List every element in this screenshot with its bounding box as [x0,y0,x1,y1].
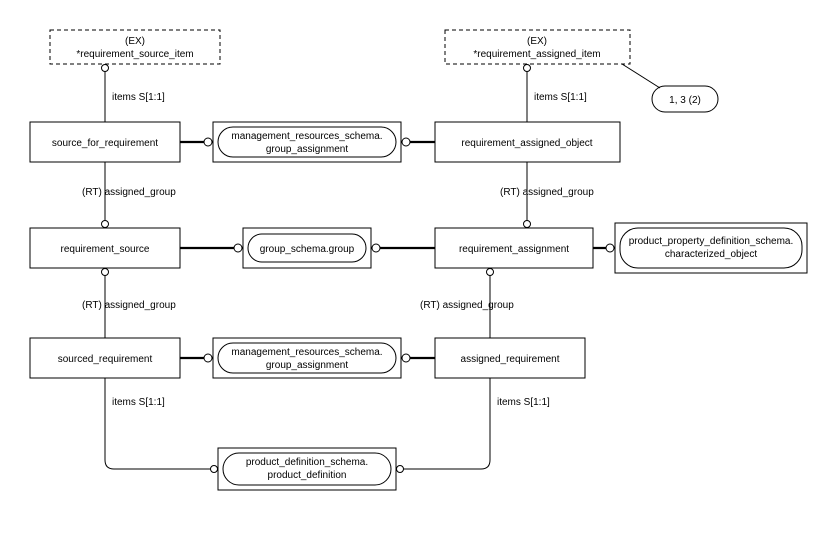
entity-label: group_schema.group [260,244,355,255]
supertype-pds-product-definition: product_definition_schema. product_defin… [218,448,396,490]
line2: characterized_object [665,249,757,260]
attr-rt-assigned-group-srcreq: (RT) assigned_group [82,268,176,338]
label-rt: (RT) assigned_group [82,300,176,311]
label-items: items S[1:1] [534,92,587,103]
supertype-mgmt-group-assignment-1: management_resources_schema. group_assig… [213,122,401,162]
entity-label: requirement_source [61,244,150,255]
label-rt: (RT) assigned_group [420,300,514,311]
line1: management_resources_schema. [231,131,382,142]
entity-assigned-requirement: assigned_requirement [435,338,585,378]
line2: product_definition [268,470,347,481]
attr-rt-assigned-group-assreq: (RT) assigned_group [420,268,514,338]
attr-rt-assigned-group-sfr: (RT) assigned_group [82,162,176,228]
label-items: items S[1:1] [497,397,550,408]
entity-label: assigned_requirement [461,354,560,365]
entity-label: requirement_assignment [459,244,569,255]
supertype-mgmt-group-assignment-2: management_resources_schema. group_assig… [213,338,401,378]
annotation-text: 1, 3 (2) [669,95,701,106]
supertype-ppds-characterized-object: product_property_definition_schema. char… [615,223,807,273]
supertype-line-reqsrc-to-group [180,244,243,252]
ex-tag: (EX) [527,36,547,47]
label-rt: (RT) assigned_group [500,187,594,198]
entity-sourced-requirement: sourced_requirement [30,338,180,378]
line1: product_definition_schema. [246,457,368,468]
label-items: items S[1:1] [112,397,165,408]
select-requirement-assigned-item: (EX) *requirement_assigned_item [445,30,630,64]
label-items: items S[1:1] [112,92,165,103]
line2: group_assignment [266,144,348,155]
entity-requirement-source: requirement_source [30,228,180,268]
attr-items-assreq: items S[1:1] [396,378,550,473]
supertype-group-schema-group: group_schema.group [243,228,371,268]
entity-label: sourced_requirement [58,354,153,365]
entity-label: requirement_assigned_object [461,138,592,149]
supertype-line-srcreq-to-mga [180,354,213,362]
line2: group_assignment [266,360,348,371]
supertype-line-reqassign-to-ppds [593,244,615,252]
annotation-note: 1, 3 (2) [622,64,718,112]
attr-rt-assigned-group-rao: (RT) assigned_group [500,162,594,228]
entity-source-for-requirement: source_for_requirement [30,122,180,162]
attr-items-srcreq: items S[1:1] [105,378,218,473]
entity-requirement-assigned-object: requirement_assigned_object [435,122,620,162]
attr-items-rao: items S[1:1] [524,64,588,122]
select-name: *requirement_assigned_item [473,49,600,60]
line1: management_resources_schema. [231,347,382,358]
supertype-line-assreq-to-mga [401,354,435,362]
line1: product_property_definition_schema. [629,236,794,247]
supertype-line-sfr-to-mga [180,138,213,146]
attr-items-sfr: items S[1:1] [102,64,166,122]
ex-tag: (EX) [125,36,145,47]
supertype-line-rao-to-mga [401,138,435,146]
express-g-diagram: (EX) *requirement_source_item (EX) *requ… [0,0,814,549]
label-rt: (RT) assigned_group [82,187,176,198]
select-name: *requirement_source_item [76,49,193,60]
supertype-line-reqassign-to-group [371,244,435,252]
entity-label: source_for_requirement [52,138,158,149]
select-requirement-source-item: (EX) *requirement_source_item [50,30,220,64]
entity-requirement-assignment: requirement_assignment [435,228,593,268]
